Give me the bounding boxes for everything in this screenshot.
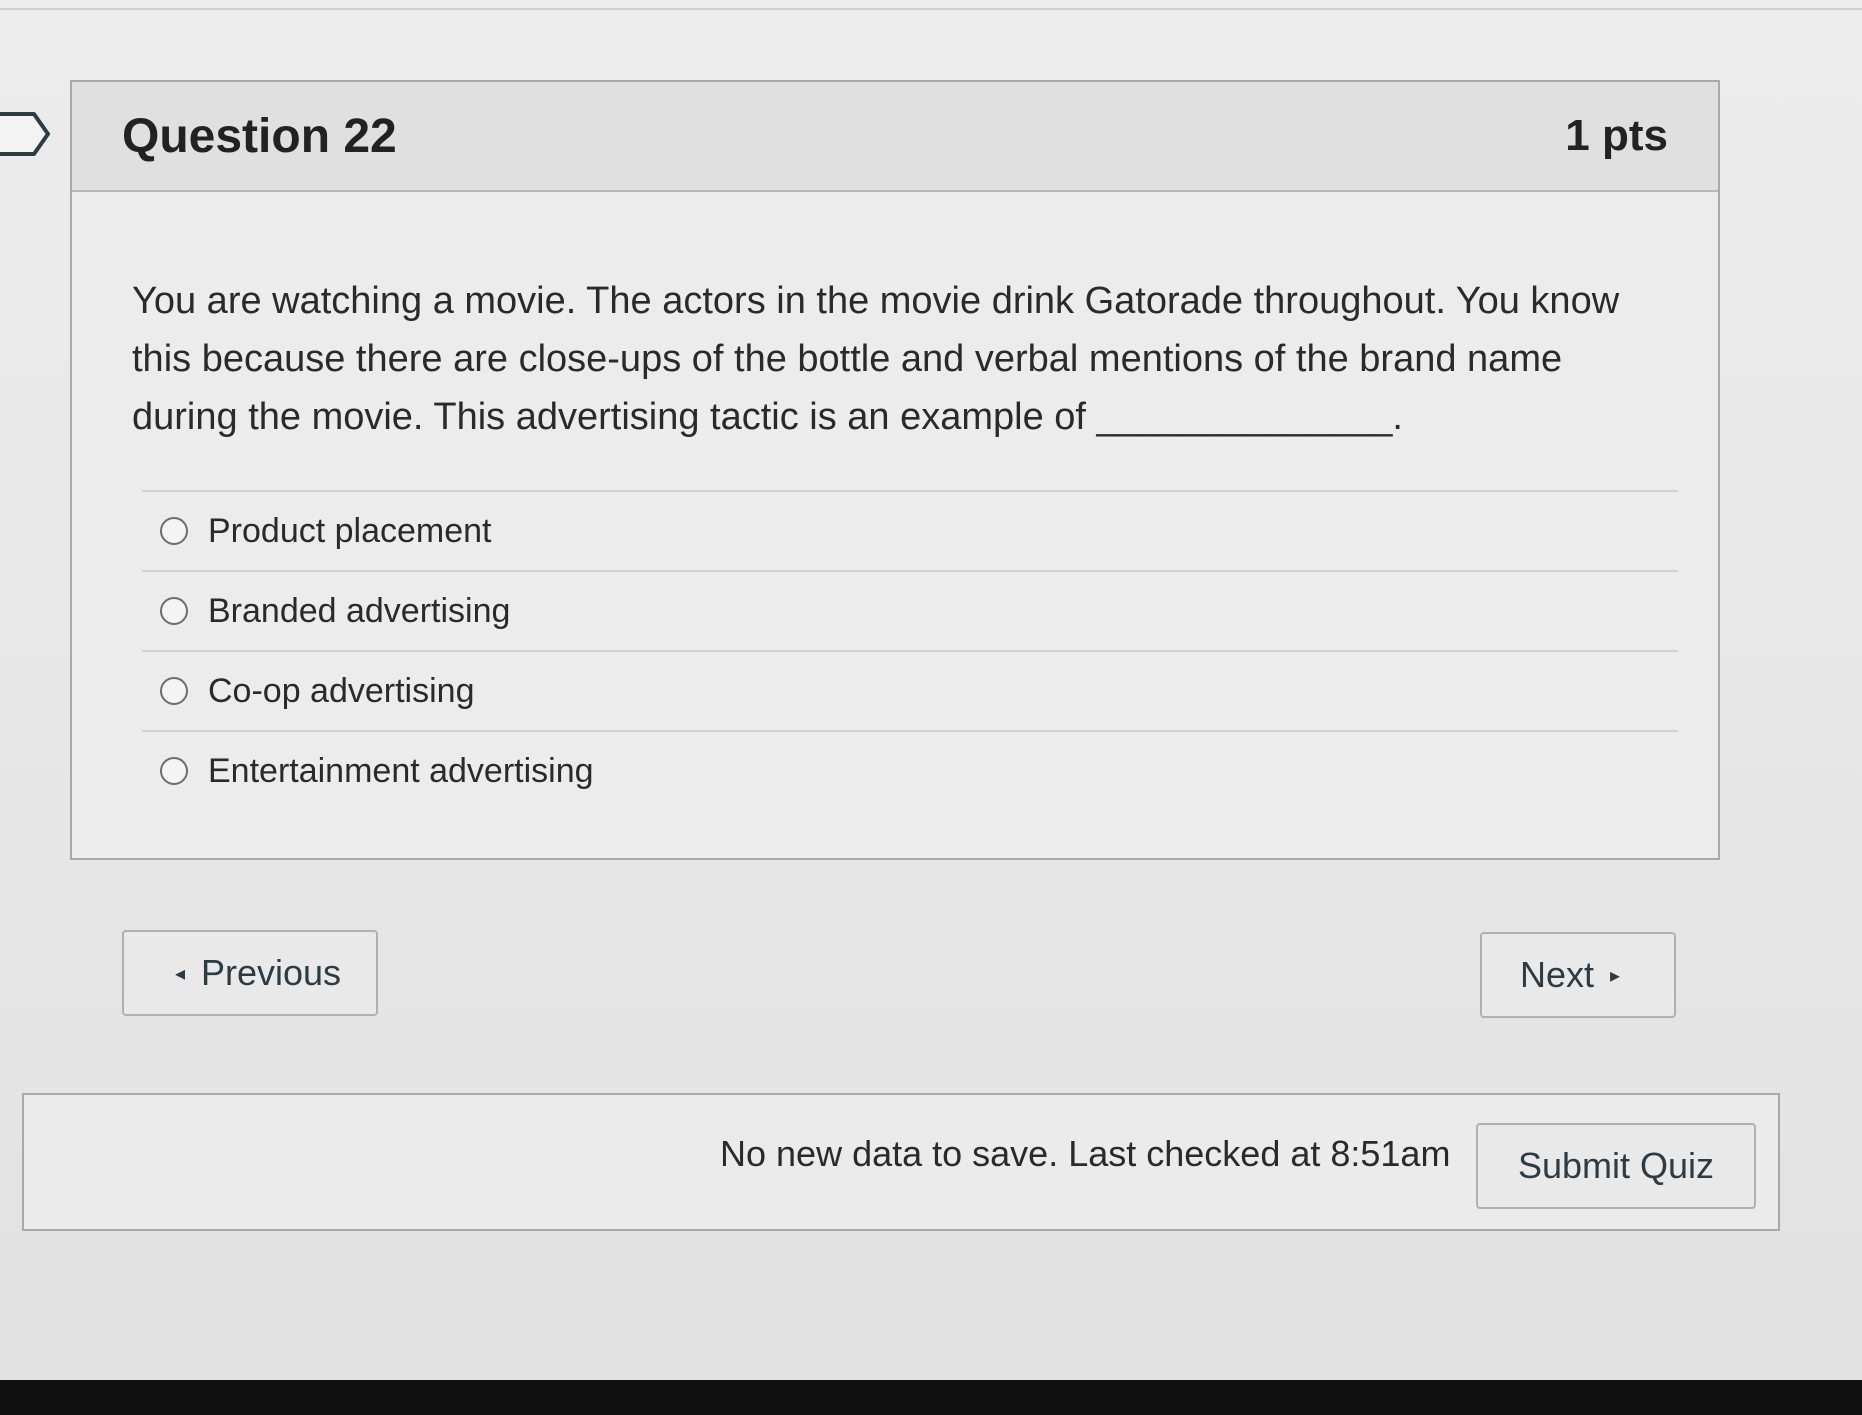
- radio-button[interactable]: [160, 757, 188, 785]
- save-status: No new data to save. Last checked at 8:5…: [720, 1133, 1451, 1174]
- answer-list: Product placement Branded advertising Co…: [142, 490, 1678, 810]
- previous-label: Previous: [200, 952, 342, 993]
- answer-option[interactable]: Product placement: [142, 492, 1678, 572]
- top-divider: [0, 8, 1862, 10]
- answer-label[interactable]: Entertainment advertising: [208, 752, 594, 791]
- answer-label[interactable]: Co-op advertising: [208, 672, 474, 711]
- question-text: You are watching a movie. The actors in …: [132, 280, 1620, 438]
- question-header: Question 22 1 pts: [72, 82, 1718, 192]
- next-button[interactable]: Next ▸: [1480, 932, 1676, 1018]
- caret-left-icon: ◂: [174, 962, 185, 985]
- answer-label[interactable]: Product placement: [208, 512, 492, 551]
- caret-right-icon: ▸: [1609, 964, 1621, 987]
- answer-label[interactable]: Branded advertising: [208, 592, 510, 631]
- radio-button[interactable]: [160, 517, 188, 545]
- submit-quiz-button[interactable]: Submit Quiz: [1476, 1123, 1756, 1209]
- answer-option[interactable]: Co-op advertising: [142, 652, 1678, 732]
- quiz-footer: No new data to save. Last checked at 8:5…: [22, 1093, 1780, 1231]
- flag-icon[interactable]: [0, 110, 52, 158]
- question-points: 1 pts: [1565, 111, 1668, 160]
- previous-button[interactable]: ◂ Previous: [122, 930, 378, 1016]
- question-title: Question 22: [122, 109, 397, 163]
- radio-button[interactable]: [160, 597, 188, 625]
- question-card: Question 22 1 pts You are watching a mov…: [70, 80, 1720, 860]
- next-label: Next: [1519, 954, 1594, 995]
- screen-bezel: [0, 1380, 1862, 1415]
- radio-button[interactable]: [160, 677, 188, 705]
- answer-option[interactable]: Branded advertising: [142, 572, 1678, 652]
- answer-option[interactable]: Entertainment advertising: [142, 732, 1678, 810]
